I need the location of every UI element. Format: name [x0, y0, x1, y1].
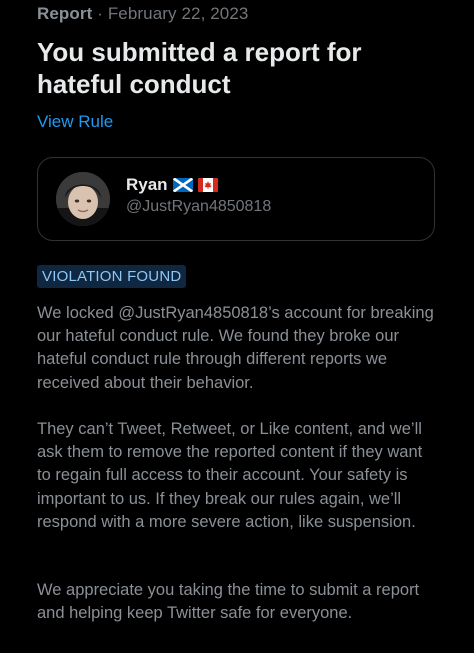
body-paragraph-1: We locked @JustRyan4850818’s account for…	[37, 304, 434, 392]
report-kind: Report	[37, 4, 93, 23]
scotland-flag-icon	[172, 178, 193, 192]
view-rule-link[interactable]: View Rule	[37, 112, 113, 132]
body-paragraph-2: They can’t Tweet, Retweet, or Like conte…	[37, 420, 423, 531]
status-badge: VIOLATION FOUND	[37, 265, 187, 288]
avatar	[56, 172, 110, 226]
report-date: February 22, 2023	[107, 4, 249, 23]
page-title: You submitted a report for hateful condu…	[37, 37, 362, 99]
report-meta: Report · February 22, 2023	[37, 4, 248, 24]
account-name: Ryan	[126, 175, 168, 194]
reported-account-card[interactable]: Ryan @JustRyan4850818	[37, 157, 435, 241]
account-name-row: Ryan	[126, 174, 218, 196]
meta-separator: ·	[97, 4, 103, 23]
canada-flag-icon	[197, 178, 218, 192]
body-paragraph-3: We appreciate you taking the time to sub…	[37, 581, 420, 623]
account-handle: @JustRyan4850818	[126, 198, 272, 215]
